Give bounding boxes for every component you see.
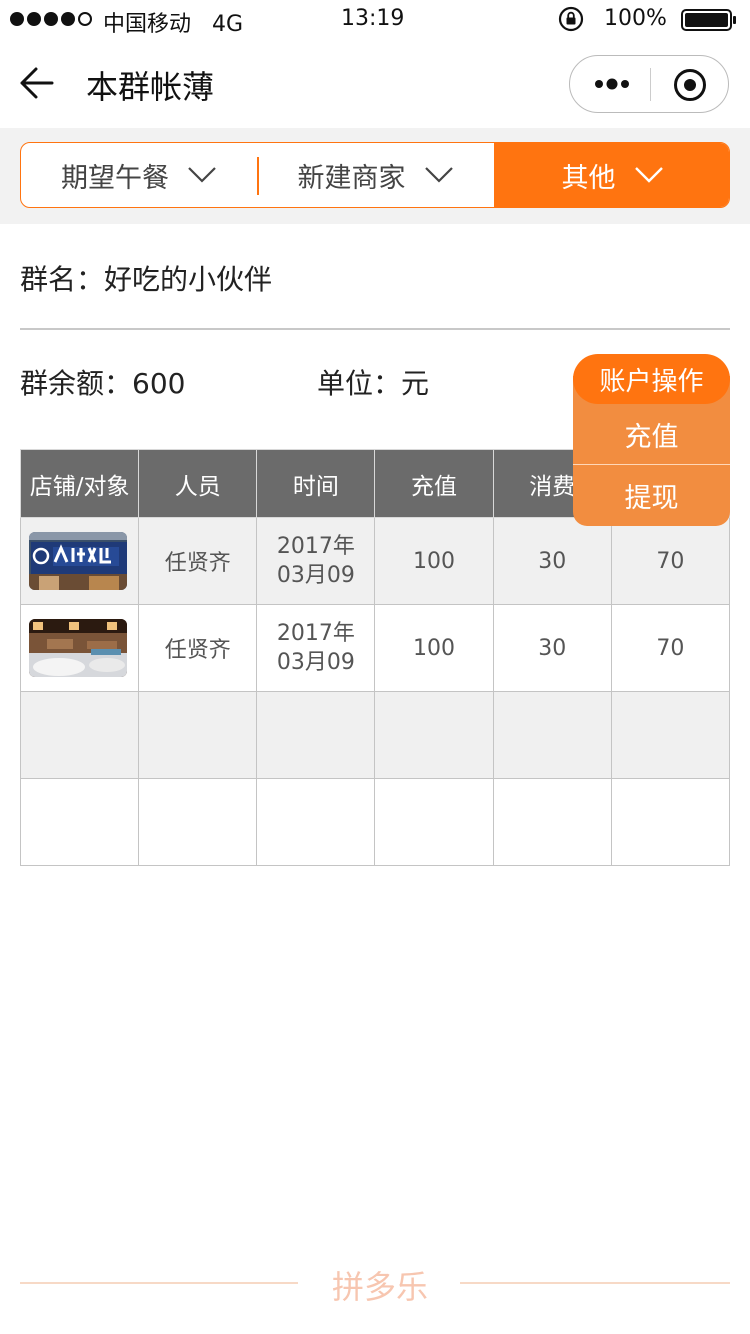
close-mini-program-icon[interactable]: [673, 68, 707, 102]
chevron-down-icon: [634, 167, 663, 183]
empty-cell: [492, 778, 612, 866]
chevron-down-icon: [424, 167, 453, 183]
group-name-label: 群名：: [20, 263, 105, 296]
nav-bar: 本群帐薄: [0, 40, 750, 128]
table-row-empty: [19, 691, 731, 779]
storefront-image: [29, 532, 127, 590]
unit-value: 元: [401, 367, 430, 400]
status-bar: 中国移动 4G 13:19 100%: [0, 0, 750, 40]
recharge-cell: 100: [374, 517, 494, 605]
recharge-cell: 100: [374, 604, 494, 692]
empty-cell: [138, 691, 258, 779]
account-operation-button[interactable]: 账户操作: [573, 354, 730, 404]
footer-divider-right: [460, 1282, 730, 1284]
table-row[interactable]: 任贤齐 2017年 03月09 100 30 70: [19, 517, 731, 605]
column-header-store: 店铺/对象: [19, 449, 140, 518]
withdraw-menu-item[interactable]: 提现: [573, 465, 730, 525]
table-row-empty: [19, 778, 731, 866]
group-name: 群名：好吃的小伙伴: [20, 258, 272, 298]
time-cell: 2017年 03月09: [256, 604, 376, 692]
group-name-value: 好吃的小伙伴: [104, 263, 273, 296]
empty-cell: [256, 691, 376, 779]
footer-divider-left: [20, 1282, 298, 1284]
tab-expected-lunch[interactable]: 期望午餐: [21, 143, 257, 207]
column-header-time: 时间: [256, 449, 376, 518]
group-balance: 群余额：600: [20, 362, 185, 402]
currency-unit: 单位：元: [317, 362, 429, 402]
spend-cell: 30: [492, 517, 612, 605]
unit-label: 单位：: [317, 367, 402, 400]
person-cell: 任贤齐: [138, 604, 258, 692]
empty-cell: [610, 691, 731, 779]
column-header-recharge: 充值: [374, 449, 494, 518]
clock: 13:19: [341, 6, 405, 31]
recharge-menu-item[interactable]: 充值: [573, 404, 730, 464]
capsule-divider: [650, 68, 651, 101]
tab-other[interactable]: 其他: [494, 143, 729, 207]
balance-cell: 70: [610, 517, 731, 605]
network-type: 4G: [212, 12, 244, 37]
time-year: 2017年: [276, 534, 355, 559]
restaurant-interior-image: [29, 619, 127, 677]
empty-cell: [19, 778, 140, 866]
balance-value: 600: [132, 367, 186, 400]
balance-cell: 70: [610, 604, 731, 692]
signal-strength-icon: [10, 12, 92, 26]
spend-cell: 30: [492, 604, 612, 692]
empty-cell: [492, 691, 612, 779]
tab-label: 期望午餐: [61, 162, 169, 194]
store-cell: [19, 517, 140, 605]
time-date: 03月09: [276, 650, 355, 675]
footer-brand: 拼多乐: [331, 1268, 428, 1306]
empty-cell: [19, 691, 140, 779]
battery-percent: 100%: [604, 6, 667, 31]
tab-area: 期望午餐 新建商家 其他: [0, 128, 750, 224]
tab-label: 新建商家: [297, 162, 406, 194]
carrier-name: 中国移动: [103, 12, 192, 37]
tab-bar: 期望午餐 新建商家 其他: [20, 142, 730, 208]
carrier-label: 中国移动 4G: [103, 6, 243, 38]
back-arrow-icon[interactable]: [18, 64, 56, 102]
store-cell: [19, 604, 140, 692]
chevron-down-icon: [188, 167, 216, 183]
account-menu: 账户操作 充值 提现: [573, 354, 730, 526]
more-icon[interactable]: [594, 76, 630, 92]
time-date: 03月09: [276, 563, 355, 588]
empty-cell: [138, 778, 258, 866]
divider: [20, 328, 730, 330]
mini-program-capsule: [569, 55, 729, 113]
person-cell: 任贤齐: [138, 517, 258, 605]
tab-label: 其他: [561, 162, 616, 194]
empty-cell: [374, 691, 494, 779]
page-title: 本群帐薄: [86, 68, 215, 106]
time-cell: 2017年 03月09: [256, 517, 376, 605]
tab-new-merchant[interactable]: 新建商家: [257, 143, 494, 207]
battery-icon: [681, 9, 736, 31]
empty-cell: [374, 778, 494, 866]
empty-cell: [256, 778, 376, 866]
column-header-person: 人员: [138, 449, 258, 518]
empty-cell: [610, 778, 731, 866]
table-row[interactable]: 任贤齐 2017年 03月09 100 30 70: [19, 604, 731, 692]
rotation-lock-icon: [558, 6, 584, 32]
balance-label: 群余额：: [20, 367, 133, 400]
time-year: 2017年: [276, 621, 355, 646]
